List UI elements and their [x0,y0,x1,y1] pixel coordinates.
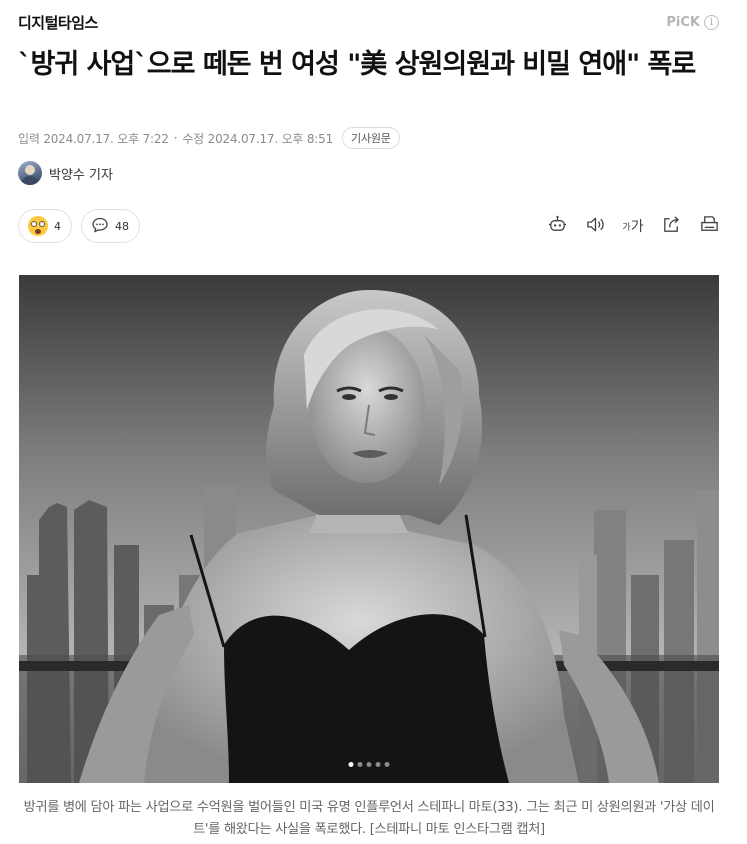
emotion-reaction-button[interactable]: 4 [18,209,72,243]
top-bar: 디지털타임스 PiCK i [18,10,719,34]
font-size-large-glyph: 가 [630,219,644,235]
listen-button[interactable] [583,214,607,238]
input-label: 입력 [18,131,40,146]
surprised-face-icon [28,216,48,236]
emotion-count: 4 [54,219,61,233]
pick-label: PiCK [666,14,700,30]
article-dates: 입력 2024.07.17. 오후 7:22 · 수정 2024.07.17. … [18,127,400,149]
share-icon [661,214,682,239]
font-size-button[interactable]: 가가 [621,214,645,238]
modified-label: 수정 [182,131,205,146]
slide-dot[interactable] [366,762,372,767]
article-photo[interactable] [19,275,719,783]
slide-dot[interactable] [357,762,363,767]
article-photo-image [19,275,719,783]
printer-icon [699,214,720,239]
speaker-icon [585,214,606,239]
author-avatar[interactable] [18,161,42,185]
press-logo[interactable]: 디지털타임스 [18,12,98,33]
author-name[interactable]: 박양수 기자 [49,164,113,183]
slide-dot[interactable] [384,762,390,767]
photo-caption: 방귀를 병에 담아 파는 사업으로 수억원을 벌어들인 미국 유명 인플루언서 … [23,800,715,837]
input-date: 2024.07.17. 오후 7:22 [43,131,169,146]
info-icon[interactable]: i [704,14,719,30]
pick-badge[interactable]: PiCK i [666,14,719,30]
action-bar: 4 48 가가 [18,209,721,243]
print-button[interactable] [697,214,721,238]
slide-indicator[interactable] [348,762,390,767]
share-button[interactable] [659,214,683,238]
comment-button[interactable]: 48 [81,209,140,243]
font-size-small-glyph: 가 [622,222,631,233]
date-separator: · [173,131,178,145]
summary-bot-button[interactable] [545,214,569,238]
article-tools: 가가 [545,214,721,238]
modified-date: 2024.07.17. 오후 8:51 [207,131,334,146]
comment-count: 48 [115,219,129,233]
author-row[interactable]: 박양수 기자 [18,161,113,185]
original-article-button[interactable]: 기사원문 [342,127,400,149]
comment-icon [91,216,109,237]
slide-dot[interactable] [375,762,381,767]
slide-dot[interactable] [348,762,354,767]
article-title: `방귀 사업`으로 떼돈 번 여성 "美 상원의원과 비밀 연애" 폭로 [18,49,696,80]
robot-icon [547,214,568,239]
reaction-group: 4 48 [18,209,140,243]
